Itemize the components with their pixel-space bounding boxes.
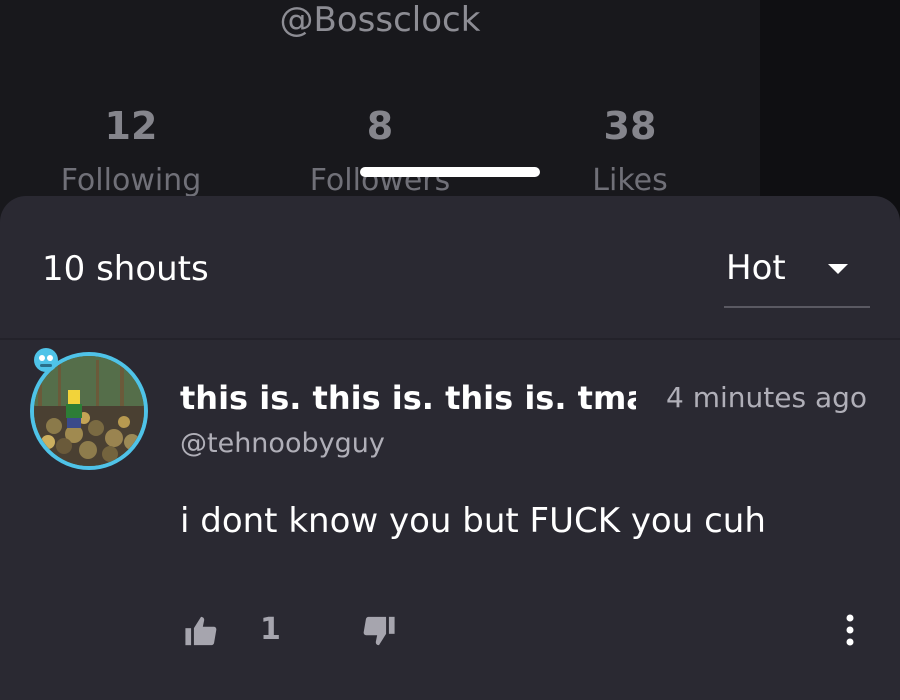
thumbs-down-icon (363, 616, 395, 646)
thumbs-up-icon (185, 616, 217, 646)
profile-screen: @Bossclock 12 Following 8 Followers 38 L… (0, 0, 900, 700)
shout-author-name[interactable]: this is. this is. this is. tmar (180, 376, 636, 420)
shout-timestamp: 4 minutes ago (666, 381, 868, 414)
profile-handle: @Bossclock (279, 0, 481, 40)
following-count: 12 (104, 104, 158, 148)
more-vertical-icon (846, 614, 854, 646)
followers-count: 8 (366, 104, 394, 148)
avatar-image (30, 348, 148, 470)
stat-followers[interactable]: 8 Followers (280, 100, 480, 210)
divider (0, 338, 900, 340)
stat-following[interactable]: 12 Following (31, 100, 231, 210)
stat-likes[interactable]: 38 Likes (530, 100, 730, 210)
like-count: 1 (260, 612, 281, 647)
avatar[interactable] (24, 346, 154, 476)
shouts-count: 10 shouts (42, 249, 209, 289)
shout-author-handle[interactable]: @tehnoobyguy (180, 424, 385, 464)
more-options-button[interactable] (836, 608, 864, 652)
sort-dropdown[interactable]: Hot (724, 236, 870, 308)
sheet-drag-handle[interactable] (360, 167, 540, 177)
likes-count: 38 (603, 104, 657, 148)
shouts-sheet: 10 shouts Hot this is. this is. this is.… (0, 196, 900, 700)
background-panel (760, 0, 900, 220)
shout-body: i dont know you but FUCK you cuh (180, 501, 766, 541)
caret-down-icon (828, 264, 848, 274)
dislike-button[interactable] (362, 614, 396, 648)
sort-selected-value: Hot (726, 248, 786, 288)
like-button[interactable] (184, 614, 218, 648)
